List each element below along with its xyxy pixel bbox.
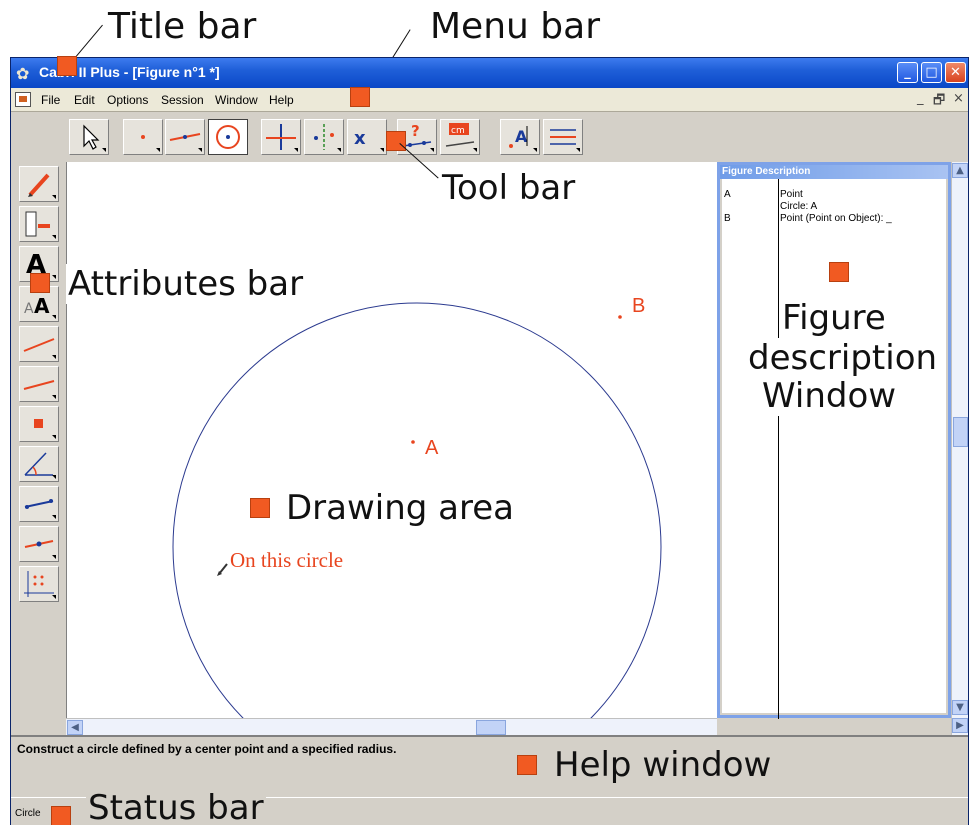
app-icon: ✿	[16, 64, 30, 83]
measure-tool-button[interactable]: cm	[440, 119, 480, 155]
desc-row-name: B	[724, 213, 731, 224]
lines-tool-button[interactable]	[165, 119, 205, 155]
annotation-title-bar: Title bar	[108, 6, 257, 47]
mdi-minimize-button[interactable]: _	[917, 91, 924, 106]
desc-row-desc: Circle: A	[780, 201, 818, 212]
points-tool-button[interactable]	[123, 119, 163, 155]
svg-text:cm: cm	[451, 126, 465, 136]
drawing-area[interactable]: A B On this circle	[66, 162, 718, 792]
mdi-close-button[interactable]: ×	[953, 91, 964, 106]
constructions-tool-button[interactable]	[261, 119, 301, 155]
desc-row-name: A	[724, 189, 731, 200]
menu-edit[interactable]: Edit	[74, 93, 95, 107]
annotation-marker-figure-description	[829, 262, 849, 282]
svg-text:?: ?	[411, 122, 420, 140]
column-divider	[778, 179, 779, 719]
annotation-status-bar: Status bar	[86, 788, 266, 825]
drawing-canvas[interactable]: A B On this circle	[67, 162, 718, 792]
title-bar[interactable]: ✿ Cabri II Plus - [Figure n°1 *] _ □ ✕	[11, 58, 968, 88]
help-window: Construct a circle defined by a center p…	[11, 735, 968, 795]
annotation-menu-bar: Menu bar	[430, 6, 600, 47]
annotation-tool-bar: Tool bar	[440, 168, 578, 208]
mdi-restore-button[interactable]: 🗗	[933, 91, 945, 113]
pointer-tool-button[interactable]	[69, 119, 109, 155]
pencil-cursor-icon	[217, 563, 228, 576]
help-text: Construct a circle defined by a center p…	[17, 742, 397, 756]
scroll-right-icon[interactable]: ▶	[952, 718, 968, 733]
figure-description-header: Figure Description	[720, 165, 948, 179]
annotation-figure-description-1: Figure	[780, 298, 888, 338]
annotation-figure-description-3: Window	[760, 376, 899, 416]
point-b[interactable]	[618, 315, 622, 319]
menu-help[interactable]: Help	[269, 93, 294, 107]
thickness-attribute-button[interactable]	[19, 326, 59, 362]
point-a-label: A	[425, 437, 439, 459]
fix-free-attribute-button[interactable]	[19, 526, 59, 562]
annotation-figure-description-2: description	[746, 338, 940, 378]
scroll-down-icon[interactable]: ▼	[952, 700, 968, 715]
vertical-scroll-thumb[interactable]	[953, 417, 968, 447]
minimize-button[interactable]: _	[897, 62, 918, 83]
annotation-drawing-area: Drawing area	[284, 488, 517, 528]
point-a[interactable]	[411, 440, 415, 444]
svg-text:A: A	[34, 294, 50, 318]
attributes-bar: A AA	[19, 166, 63, 708]
menu-bar: File Edit Options Session Window Help _ …	[11, 88, 968, 112]
svg-text:A: A	[24, 301, 34, 317]
annotation-marker-help	[517, 755, 537, 775]
close-button[interactable]: ✕	[945, 62, 966, 83]
document-icon[interactable]	[15, 92, 31, 107]
menu-session[interactable]: Session	[161, 93, 204, 107]
annotation-marker-title	[57, 56, 77, 76]
circle-icon	[216, 125, 240, 149]
menu-options[interactable]: Options	[107, 93, 148, 107]
horizontal-scrollbar[interactable]: ◀	[66, 718, 717, 735]
vertical-scrollbar[interactable]: ▲ ▼ ▶	[951, 162, 968, 735]
horizontal-scroll-thumb[interactable]	[476, 720, 506, 735]
point-b-label: B	[632, 295, 645, 317]
segment-mark-attribute-button[interactable]	[19, 486, 59, 522]
maximize-button[interactable]: □	[921, 62, 942, 83]
figure-description-body[interactable]: A Point Circle: A B Point (Point on Obje…	[722, 179, 946, 719]
fill-attribute-button[interactable]	[19, 206, 59, 242]
cursor-hint-text: On this circle	[230, 548, 343, 572]
color-attribute-button[interactable]	[19, 166, 59, 202]
transformations-tool-button[interactable]	[304, 119, 344, 155]
annotation-marker-status	[51, 806, 71, 825]
figure-description-window: Figure Description A Point Circle: A B P…	[717, 162, 951, 719]
grid-attribute-button[interactable]	[19, 566, 59, 602]
desc-row-desc: Point (Point on Object): _	[780, 213, 892, 224]
curves-tool-button[interactable]	[208, 119, 248, 155]
annotation-marker-menu	[350, 87, 370, 107]
line-style-attribute-button[interactable]	[19, 366, 59, 402]
annotation-attributes-bar: Attributes bar	[66, 264, 306, 304]
annotation-marker-drawing	[250, 498, 270, 518]
desc-row-desc: Point	[780, 189, 803, 200]
menu-file[interactable]: File	[41, 93, 60, 107]
scroll-up-icon[interactable]: ▲	[952, 163, 968, 178]
tool-bar: x ? cm A	[11, 112, 968, 162]
display-tool-button[interactable]: A	[500, 119, 540, 155]
angle-mark-attribute-button[interactable]	[19, 446, 59, 482]
scroll-left-icon[interactable]: ◀	[67, 720, 83, 735]
macro-tool-button[interactable]: x	[347, 119, 387, 155]
annotation-marker-tool	[386, 131, 406, 151]
svg-text:x: x	[354, 128, 366, 149]
menu-window[interactable]: Window	[215, 93, 258, 107]
point-style-attribute-button[interactable]	[19, 406, 59, 442]
svg-text:A: A	[515, 127, 528, 146]
annotation-marker-attributes	[30, 273, 50, 293]
draw-tool-button[interactable]	[543, 119, 583, 155]
annotation-help-window: Help window	[552, 745, 774, 785]
status-text: Circle	[15, 808, 41, 819]
